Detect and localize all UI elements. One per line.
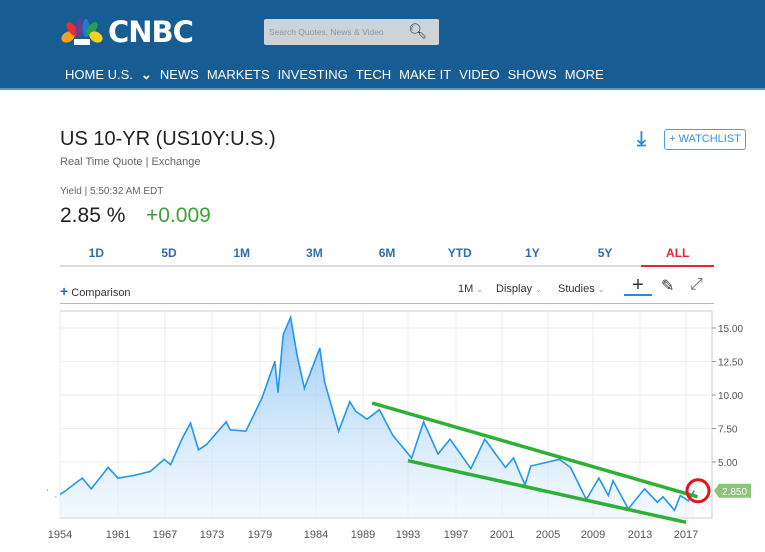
data-point xyxy=(303,387,305,389)
data-point xyxy=(656,501,658,503)
data-point xyxy=(149,470,152,472)
data-point xyxy=(323,381,326,383)
x-tick-label: 1993 xyxy=(396,529,420,541)
x-tick-label: 1954 xyxy=(48,529,72,541)
highlight-circle xyxy=(685,478,711,504)
y-tick-label: 7.50 xyxy=(718,425,738,436)
data-point xyxy=(117,477,119,479)
data-point xyxy=(55,496,57,498)
data-point xyxy=(484,438,486,440)
last-value-label: 2.850 xyxy=(722,487,747,498)
data-point xyxy=(437,453,439,455)
data-point xyxy=(612,480,614,482)
y-tick-label: 15.00 xyxy=(718,324,743,335)
data-point xyxy=(470,468,472,470)
data-point xyxy=(63,490,66,493)
data-point xyxy=(107,466,109,468)
x-tick-label: 1997 xyxy=(444,529,468,541)
x-tick-label: 1989 xyxy=(351,529,375,541)
y-tick-label: 12.50 xyxy=(718,358,743,369)
data-point xyxy=(598,477,600,479)
x-tick-label: 1979 xyxy=(248,529,272,541)
x-tick-label: 2013 xyxy=(628,529,652,541)
x-tick-label: 2005 xyxy=(536,529,560,541)
data-point xyxy=(679,494,681,497)
x-tick-label: 1984 xyxy=(304,529,328,541)
data-point xyxy=(354,410,357,412)
yield-chart[interactable]: 15.00 12.50 10.00 7.50 5.00 1954 1961 1967 1973 1… xyxy=(0,0,765,552)
data-point xyxy=(225,421,227,423)
data-point xyxy=(290,316,292,318)
data-point xyxy=(81,477,83,479)
data-point xyxy=(277,391,279,393)
data-point xyxy=(349,401,351,403)
data-point xyxy=(378,409,380,411)
data-point xyxy=(411,457,413,459)
data-point xyxy=(662,496,664,498)
data-point xyxy=(607,494,609,497)
data-point xyxy=(423,421,425,423)
data-point xyxy=(569,466,572,468)
data-point xyxy=(687,500,689,502)
x-tick-label: 2017 xyxy=(674,529,698,541)
data-point xyxy=(169,464,172,466)
data-point xyxy=(644,488,646,490)
data-point xyxy=(282,334,284,336)
data-point xyxy=(693,490,695,492)
data-point xyxy=(392,434,394,436)
data-point xyxy=(449,438,451,440)
data-point xyxy=(205,443,208,446)
series-area xyxy=(60,317,695,518)
x-tick-label: 1961 xyxy=(106,529,130,541)
data-point xyxy=(504,466,507,468)
data-point xyxy=(133,474,135,476)
data-point xyxy=(229,429,231,431)
data-point xyxy=(366,418,368,420)
data-point xyxy=(90,488,92,490)
data-point xyxy=(512,457,515,459)
data-point xyxy=(189,422,192,424)
data-point xyxy=(163,458,165,460)
data-point xyxy=(337,430,340,432)
data-point xyxy=(261,397,263,399)
y-tick-label: 5.00 xyxy=(718,458,738,469)
data-point xyxy=(46,489,49,491)
data-point xyxy=(296,354,298,356)
data-point xyxy=(181,437,184,439)
y-tick-label: 10.00 xyxy=(718,391,743,402)
data-point xyxy=(530,465,532,467)
data-point xyxy=(245,430,247,432)
data-point xyxy=(253,414,255,416)
x-tick-label: 2001 xyxy=(490,529,514,541)
data-point xyxy=(274,360,276,363)
data-point xyxy=(197,449,200,451)
x-tick-label: 2009 xyxy=(581,529,605,541)
data-point xyxy=(319,347,321,349)
data-point xyxy=(673,509,676,511)
x-tick-label: 1973 xyxy=(200,529,224,541)
x-tick-label: 1967 xyxy=(153,529,177,541)
